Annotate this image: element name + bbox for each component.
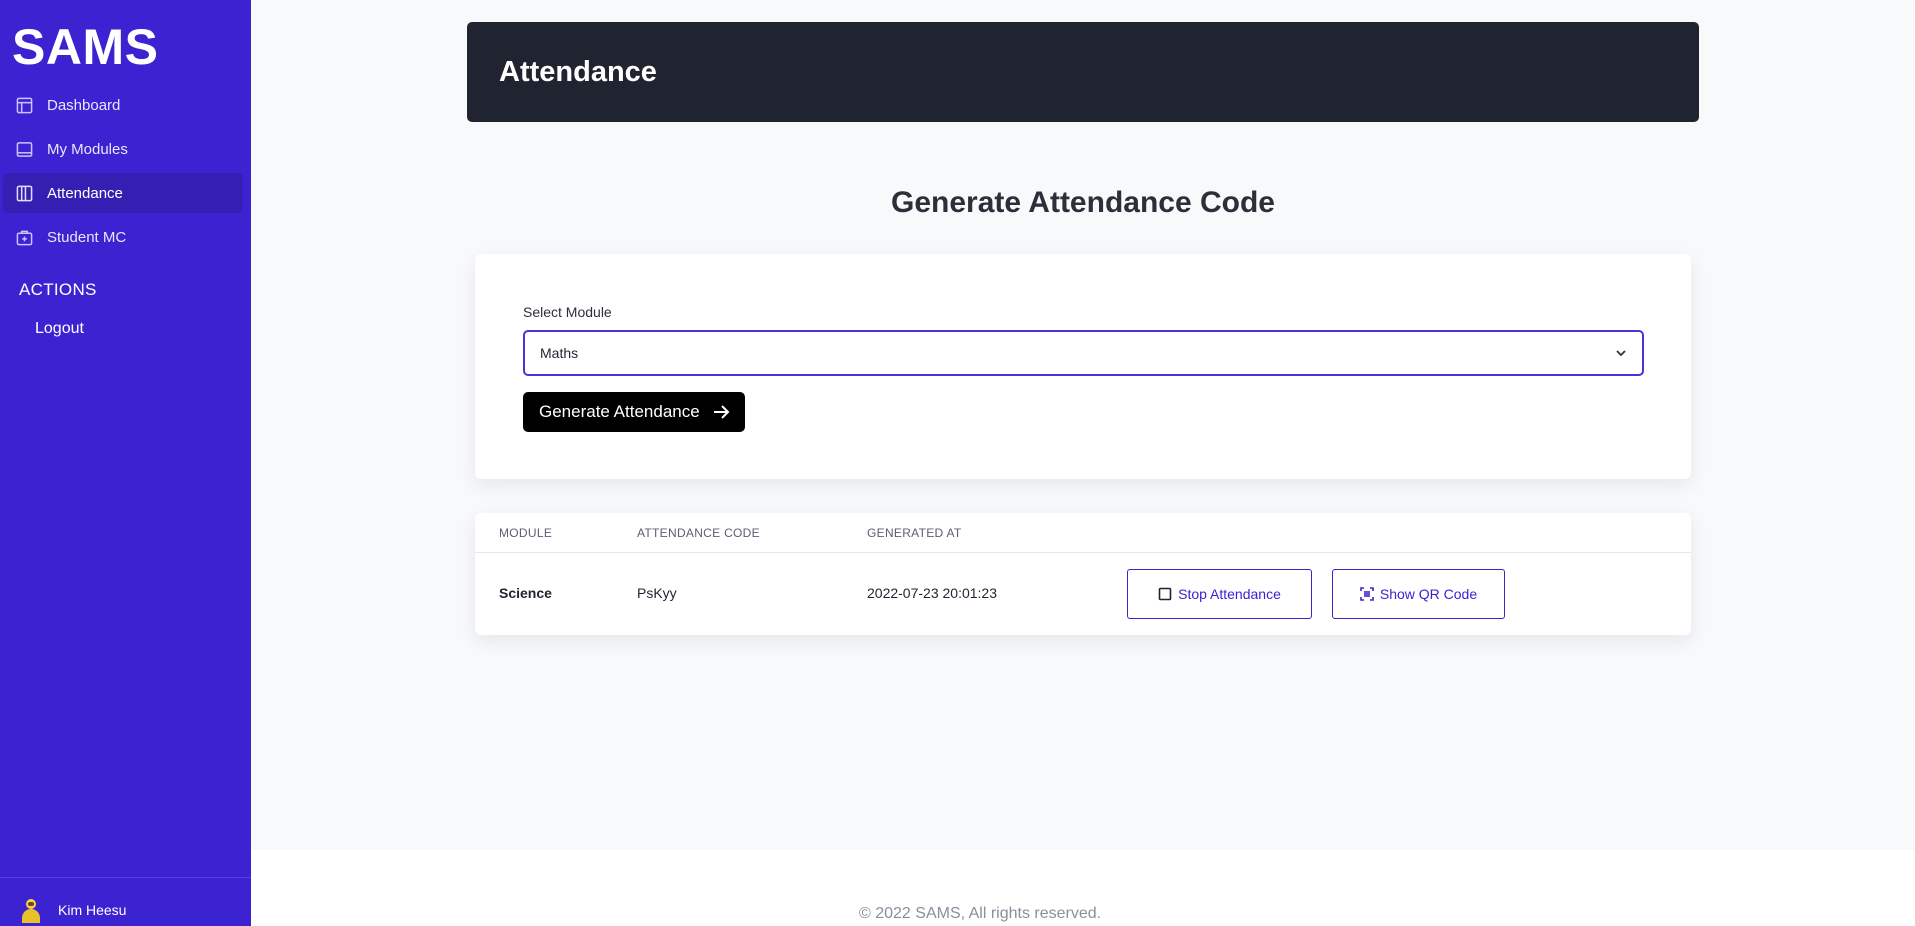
layout-icon: [15, 96, 33, 114]
medical-kit-icon: [15, 228, 33, 246]
user-profile[interactable]: Kim Heesu: [0, 877, 251, 926]
column-header-attendance-code: ATTENDANCE CODE: [637, 526, 760, 540]
tablet-icon: [15, 140, 33, 158]
qr-scan-icon: [1360, 587, 1374, 601]
arrow-right-icon: [712, 403, 730, 421]
page-header: Attendance: [467, 22, 1699, 122]
sidebar: SAMS Dashboard My Modules Attendance Stu…: [0, 0, 251, 926]
columns-icon: [15, 184, 33, 202]
sidebar-item-label: My Modules: [47, 140, 128, 158]
avatar: [18, 897, 44, 923]
chevron-down-icon: [1614, 346, 1628, 360]
stop-attendance-button[interactable]: Stop Attendance: [1127, 569, 1312, 619]
sidebar-item-label: Attendance: [47, 184, 123, 202]
module-select[interactable]: Maths: [523, 330, 1644, 376]
cell-generated-at: 2022-07-23 20:01:23: [867, 585, 997, 601]
sidebar-item-student-mc[interactable]: Student MC: [3, 217, 243, 257]
sidebar-item-label: Dashboard: [47, 96, 121, 114]
page-footer: © 2022 SAMS, All rights reserved.: [251, 850, 1915, 926]
generate-form-card: Select Module Maths Generate Attendance: [475, 254, 1691, 479]
column-header-generated-at: GENERATED AT: [867, 526, 962, 540]
generate-attendance-label: Generate Attendance: [539, 402, 700, 421]
show-qr-code-button[interactable]: Show QR Code: [1332, 569, 1505, 619]
cell-attendance-code: PsKyy: [637, 585, 677, 601]
section-title: Generate Attendance Code: [891, 186, 1275, 219]
user-name: Kim Heesu: [58, 902, 127, 918]
actions-heading: ACTIONS: [19, 280, 97, 299]
show-qr-code-label: Show QR Code: [1379, 586, 1478, 602]
sidebar-item-dashboard[interactable]: Dashboard: [3, 85, 243, 125]
sidebar-nav: Dashboard My Modules Attendance Student …: [3, 85, 243, 261]
column-header-module: MODULE: [499, 526, 553, 540]
sidebar-item-attendance[interactable]: Attendance: [3, 173, 243, 213]
attendance-table: MODULE ATTENDANCE CODE GENERATED AT Scie…: [475, 513, 1691, 635]
app-logo[interactable]: SAMS: [12, 18, 158, 76]
generate-attendance-button[interactable]: Generate Attendance: [523, 392, 745, 432]
module-select-value: Maths: [540, 345, 579, 361]
page-title: Attendance: [499, 55, 657, 88]
stop-square-icon: [1158, 587, 1172, 601]
table-header: MODULE ATTENDANCE CODE GENERATED AT: [475, 513, 1691, 553]
logout-link[interactable]: Logout: [35, 320, 84, 338]
copyright-text: © 2022 SAMS, All rights reserved.: [859, 905, 1102, 922]
select-module-label: Select Module: [523, 304, 612, 320]
sidebar-item-label: Student MC: [47, 228, 127, 246]
sidebar-item-my-modules[interactable]: My Modules: [3, 129, 243, 169]
stop-attendance-label: Stop Attendance: [1178, 586, 1281, 602]
cell-module: Science: [499, 585, 552, 601]
